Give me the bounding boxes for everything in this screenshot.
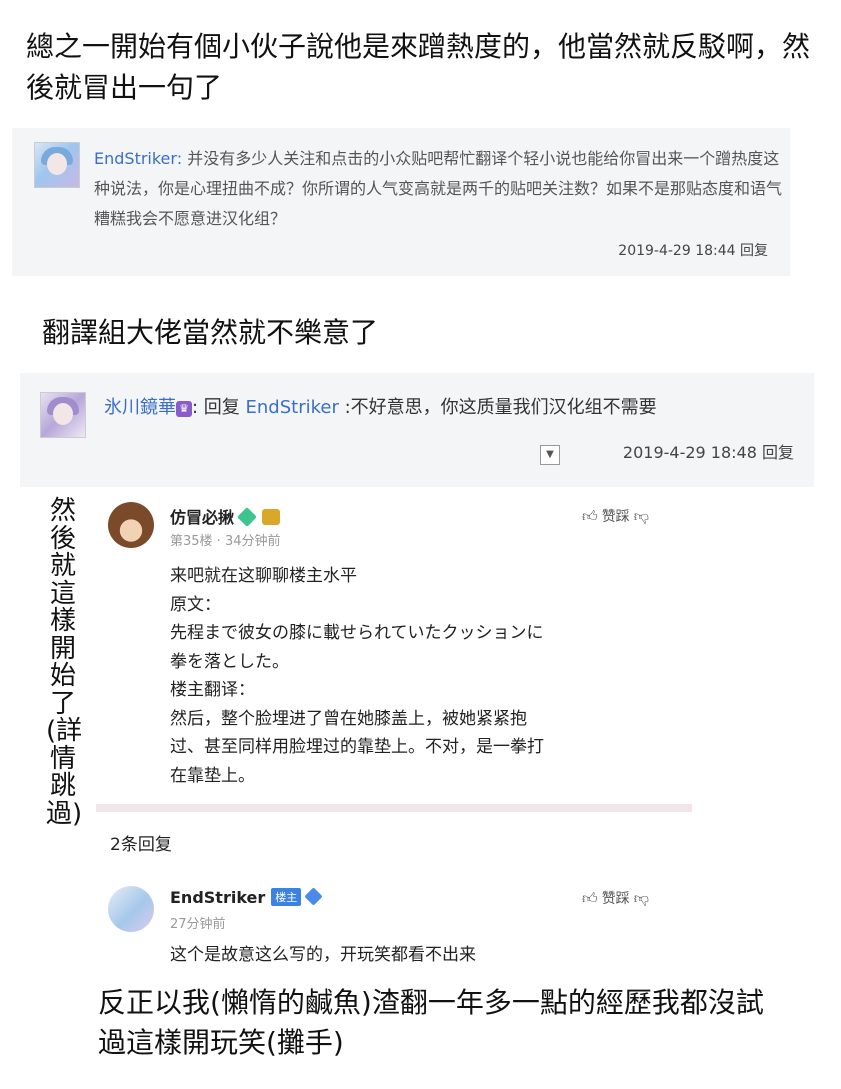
thumbs-down-icon[interactable]: 👎︎ (634, 889, 649, 908)
comment-author: 仿冒必揪 (170, 504, 281, 528)
username-link[interactable]: 氷川鏡華 (104, 397, 176, 418)
thumbs-up-icon[interactable]: 👍︎ (582, 507, 598, 526)
author-name[interactable]: EndStriker (170, 888, 265, 907)
comment-line: 先程まで彼女の膝に載せられていたクッションに (170, 623, 544, 643)
reply-prefix: : 回复 (192, 397, 246, 418)
comment-meta: 27分钟前 (170, 917, 226, 932)
reply-to-link[interactable]: EndStriker (246, 397, 339, 418)
comment-line: 拳を落とした。 (170, 651, 289, 672)
replies-count[interactable]: 2条回复 (110, 830, 172, 855)
chevron-down-icon[interactable]: ▼ (540, 445, 560, 465)
vote-controls: 👍︎ 赞踩 👎︎ (578, 888, 653, 908)
thumbs-up-icon[interactable]: 👍︎ (582, 889, 598, 908)
reply-body: 并没有多少人关注和点击的小众贴吧帮忙翻译个轻小说也能给你冒出来一个蹭热度这种说法… (94, 149, 783, 228)
thumbs-down-icon[interactable]: 👎︎ (634, 507, 649, 526)
reply-timestamp[interactable]: 2019-4-29 18:44 回复 (618, 240, 768, 260)
vote-label: 赞踩 (601, 891, 630, 907)
vip-badge-icon: ♛ (176, 401, 192, 417)
divider (96, 804, 692, 812)
reply-panel-hikawa: 氷川鏡華 ♛: 回复 EndStriker :不好意思，你这质量我们汉化组不需要 … (20, 373, 814, 487)
caption-bottom: 反正以我(懶惰的鹹魚)渣翻一年多一點的經歷我都沒試過這樣開玩笑(攤手) (98, 983, 788, 1063)
comment-line: 在靠垫上。 (170, 765, 255, 786)
caption-top-text: 總之一開始有個小伙子說他是來蹭熱度的，他當然就反駁啊，然後就冒出一句了 (26, 30, 811, 104)
comment-body: 来吧就在这聊聊楼主水平 原文： 先程まで彼女の膝に載せられていたクッションに 拳… (170, 562, 690, 790)
reply-body: :不好意思，你这质量我们汉化组不需要 (338, 397, 657, 418)
vote-label: 赞踩 (601, 509, 630, 525)
caption-vertical: 然後就這樣開始了(詳情跳過) (46, 496, 83, 829)
comment-author: EndStriker 楼主 (170, 887, 323, 907)
avatar[interactable] (108, 886, 154, 932)
comment-meta: 第35楼 · 34分钟前 (170, 534, 281, 549)
comment-line: 原文： (170, 594, 221, 615)
comment-body: 这个是故意这么写的，开玩笑都看不出来 (170, 945, 476, 965)
comment-line: 来吧就在这聊聊楼主水平 (170, 566, 357, 586)
vote-controls: 👍︎ 赞踩 👎︎ (578, 506, 653, 526)
caption-middle: 翻譯組大佬當然就不樂意了 (42, 316, 379, 349)
comment-line: 楼主翻译： (170, 680, 255, 700)
caption-bottom-text: 反正以我(懶惰的鹹魚)渣翻一年多一點的經歷我都沒試過這樣開玩笑(攤手) (98, 986, 764, 1059)
owner-tag: 楼主 (271, 888, 302, 906)
author-name[interactable]: 仿冒必揪 (170, 508, 234, 527)
avatar[interactable] (34, 142, 80, 188)
username-link[interactable]: EndStriker: (94, 149, 182, 168)
reply-text: 氷川鏡華 ♛: 回复 EndStriker :不好意思，你这质量我们汉化组不需要 (104, 393, 804, 423)
avatar[interactable] (108, 502, 154, 548)
reply-text: EndStriker: 并没有多少人关注和点击的小众贴吧帮忙翻译个轻小说也能给你… (94, 144, 784, 234)
reply-panel-endstriker: EndStriker: 并没有多少人关注和点击的小众贴吧帮忙翻译个轻小说也能给你… (12, 128, 790, 276)
level-badge-icon (237, 507, 257, 527)
level-badge-icon (304, 887, 323, 906)
reply-timestamp[interactable]: 2019-4-29 18:48 回复 (623, 439, 794, 463)
comment-line: 然后，整个脸埋进了曾在她膝盖上，被她紧紧抱 (170, 708, 527, 729)
avatar[interactable] (40, 392, 86, 438)
medal-badge-icon (262, 509, 281, 525)
caption-top: 總之一開始有個小伙子說他是來蹭熱度的，他當然就反駁啊，然後就冒出一句了 (26, 26, 826, 108)
comment-line: 过、甚至同样用脸埋过的靠垫上。不对，是一拳打 (170, 737, 544, 757)
